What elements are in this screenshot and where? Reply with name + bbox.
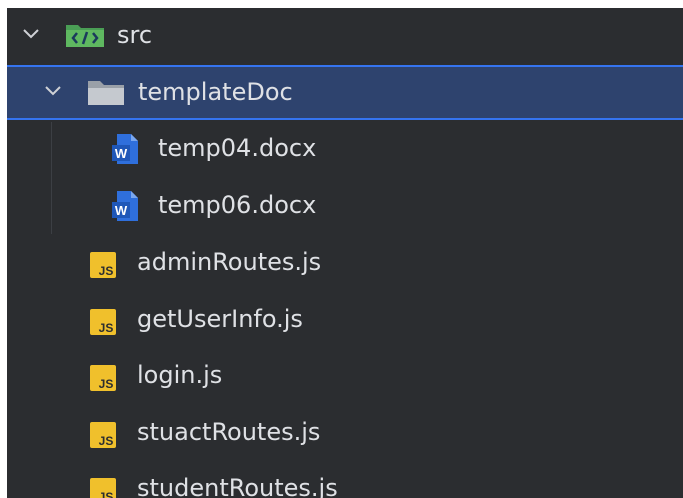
tree-item-label: templateDoc [138,78,293,106]
tree-item-label: stuactRoutes.js [137,418,321,446]
javascript-file-icon: JS [90,365,116,391]
tree-item-label: adminRoutes.js [137,248,322,276]
project-tree-panel: src templateDoc W temp04.docx W temp06.d… [7,8,683,498]
folder-icon [88,81,124,105]
chevron-down-icon[interactable] [43,81,63,101]
word-document-icon: W [112,191,138,221]
tree-item-label: login.js [137,361,223,389]
javascript-file-icon: JS [90,252,116,278]
word-badge-text: W [115,203,128,218]
javascript-file-icon: JS [90,309,116,335]
tree-item-label: temp04.docx [158,134,317,162]
chevron-down-icon[interactable] [21,24,41,44]
tree-item-label: temp06.docx [158,191,317,219]
tree-item-templatedoc[interactable]: templateDoc [7,65,683,120]
tree-item-file[interactable]: JS stuactRoutes.js [7,404,683,461]
javascript-file-icon: JS [90,478,116,498]
tree-item-file[interactable]: W temp04.docx [7,120,683,177]
screenshot-frame: src templateDoc W temp04.docx W temp06.d… [0,0,683,498]
tree-item-file[interactable]: JS login.js [7,347,683,404]
word-badge-text: W [115,146,128,161]
js-badge-text: JS [99,490,114,498]
js-badge-text: JS [99,264,114,278]
js-badge-text: JS [99,321,114,335]
tree-item-src[interactable]: src [7,8,683,65]
tree-item-file[interactable]: JS adminRoutes.js [7,234,683,291]
tree-item-file[interactable]: JS studentRoutes.js [7,460,683,498]
js-badge-text: JS [99,377,114,391]
tree-item-label: getUserInfo.js [137,305,303,333]
tree-item-label: studentRoutes.js [137,474,338,498]
js-badge-text: JS [99,434,114,448]
tree-item-file[interactable]: JS getUserInfo.js [7,291,683,348]
tree-item-file[interactable]: W temp06.docx [7,177,683,234]
source-folder-icon [66,25,104,47]
word-document-icon: W [112,134,138,164]
javascript-file-icon: JS [90,422,116,448]
tree-item-label: src [117,21,153,49]
